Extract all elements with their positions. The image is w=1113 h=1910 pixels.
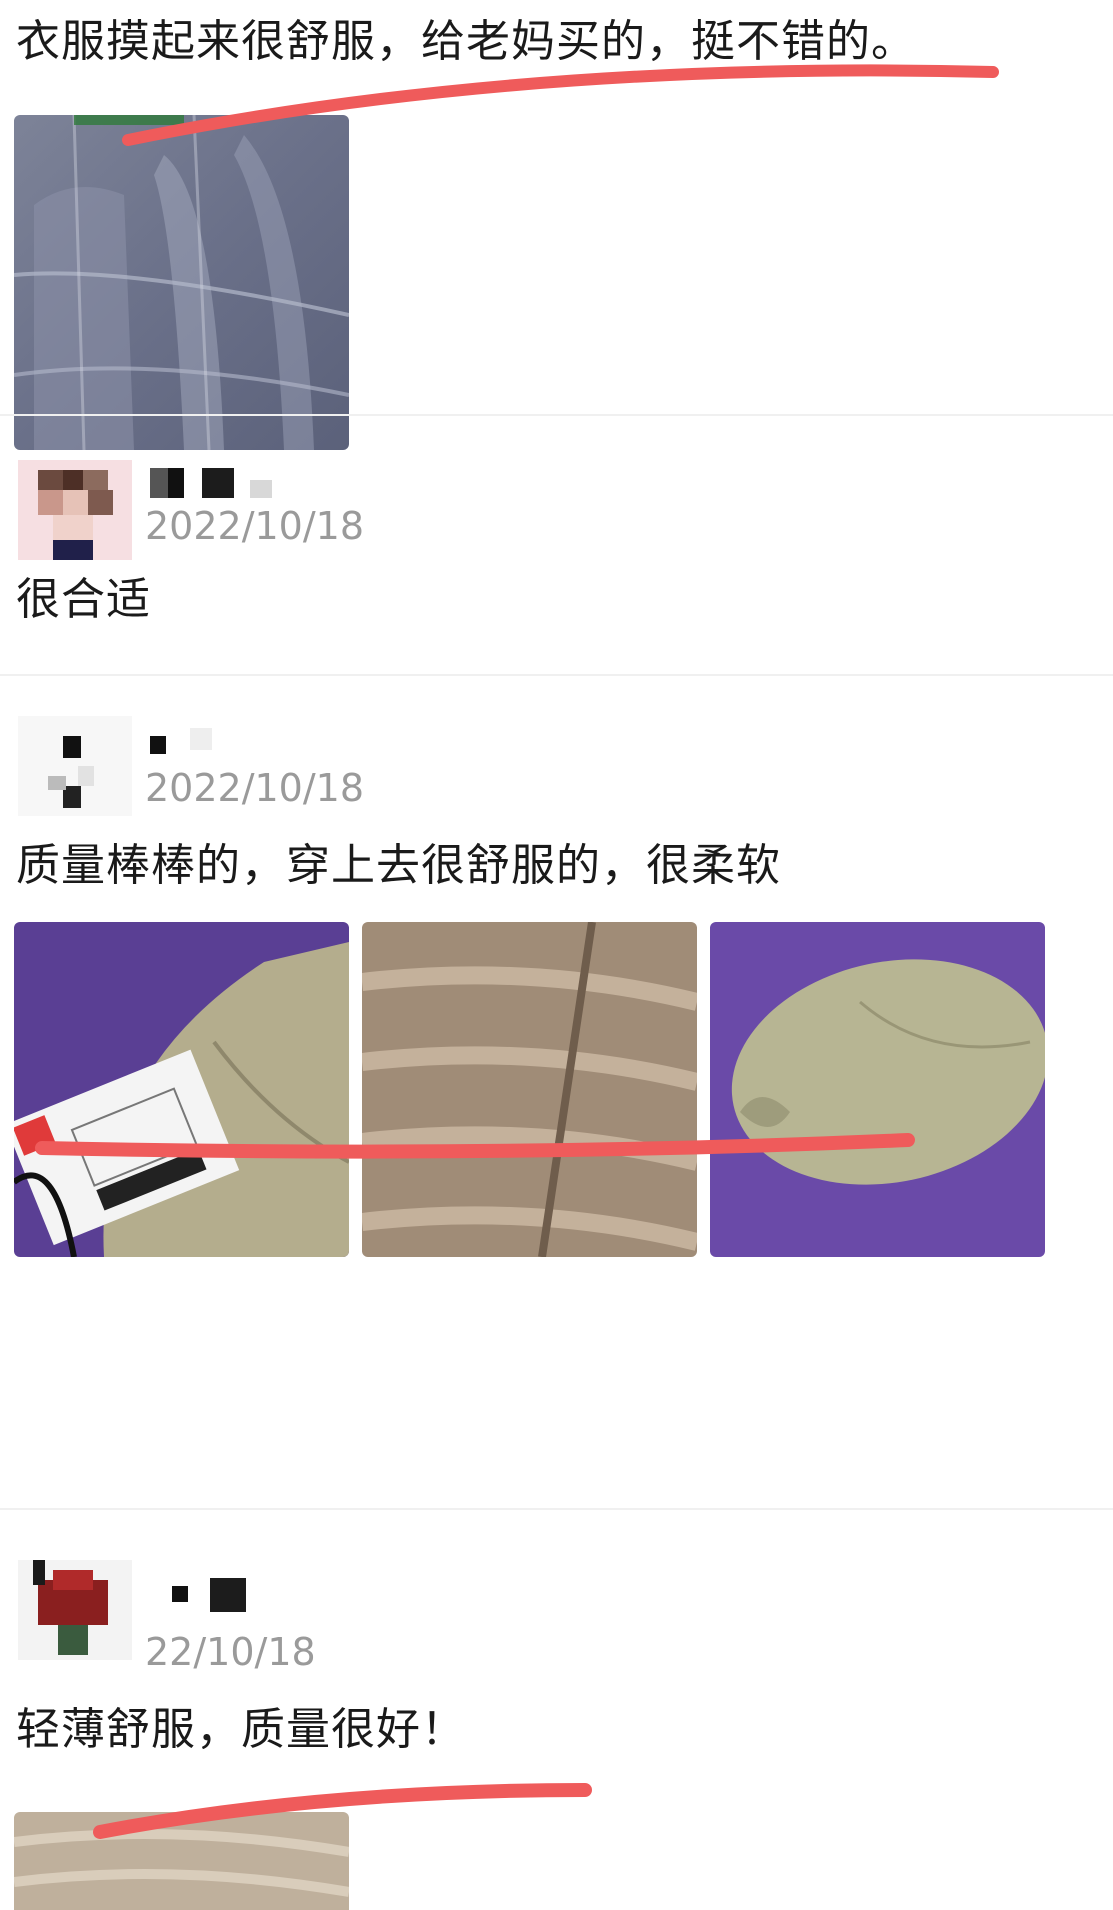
review-date: 2022/10/18	[145, 504, 365, 548]
review-photo[interactable]	[14, 1812, 349, 1910]
username	[150, 468, 330, 508]
review-date: 2022/10/18	[145, 766, 365, 810]
review-photo[interactable]	[14, 922, 349, 1257]
username	[150, 728, 330, 768]
review-item: 22/10/18 轻薄舒服，质量很好！	[0, 1510, 1113, 1910]
avatar[interactable]	[18, 460, 132, 560]
review-photo[interactable]	[362, 922, 697, 1257]
review-text: 质量棒棒的，穿上去很舒服的，很柔软	[16, 840, 781, 891]
username	[150, 1578, 330, 1618]
review-text: 衣服摸起来很舒服，给老妈买的，挺不错的。	[16, 16, 916, 67]
avatar[interactable]	[18, 1560, 132, 1660]
review-text: 轻薄舒服，质量很好！	[16, 1704, 466, 1755]
review-item: 衣服摸起来很舒服，给老妈买的，挺不错的。	[0, 0, 1113, 450]
review-date: 22/10/18	[145, 1630, 316, 1674]
review-item: 2022/10/18 质量棒棒的，穿上去很舒服的，很柔软	[0, 676, 1113, 1508]
review-photo[interactable]	[710, 922, 1045, 1257]
review-photo[interactable]	[14, 115, 349, 450]
avatar[interactable]	[18, 716, 132, 816]
review-text: 很合适	[16, 574, 151, 625]
review-item: 2022/10/18 很合适	[0, 416, 1113, 674]
